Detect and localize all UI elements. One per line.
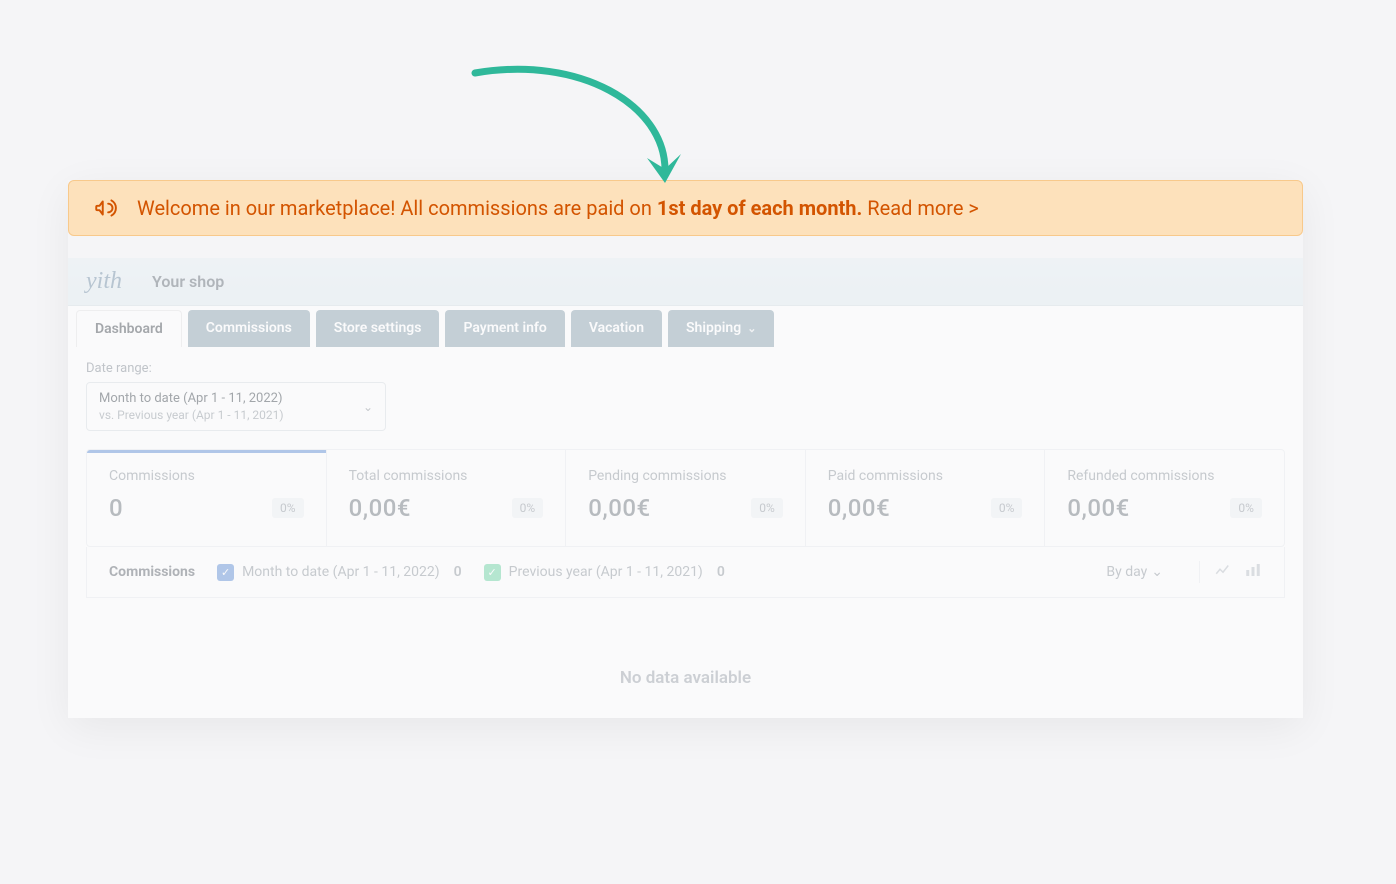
tab-store-settings[interactable]: Store settings [316, 310, 440, 347]
tab-label: Shipping [686, 320, 741, 336]
stat-title: Total commissions [349, 468, 544, 484]
chevron-down-icon: ⌄ [363, 400, 373, 414]
date-range-label: Date range: [86, 361, 1285, 376]
chart-title: Commissions [109, 564, 195, 580]
tab-label: Store settings [334, 320, 422, 336]
stat-value: 0 [109, 494, 123, 522]
stat-badge: 0% [272, 498, 304, 518]
banner-prefix: Welcome in our marketplace! All commissi… [137, 196, 657, 220]
megaphone-icon [93, 195, 119, 221]
legend-label: Previous year (Apr 1 - 11, 2021) [509, 564, 703, 580]
tab-label: Commissions [206, 320, 292, 336]
tab-payment-info[interactable]: Payment info [445, 310, 564, 347]
chart-type-icons [1199, 561, 1262, 583]
legend-label: Month to date (Apr 1 - 11, 2022) [242, 564, 440, 580]
tab-vacation[interactable]: Vacation [571, 310, 662, 347]
nav-tabs: Dashboard Commissions Store settings Pay… [68, 306, 1303, 347]
stat-title: Paid commissions [828, 468, 1023, 484]
banner-bold: 1st day of each month. [657, 196, 862, 220]
tab-dashboard[interactable]: Dashboard [76, 310, 182, 347]
stat-badge: 0% [1230, 498, 1262, 518]
tab-shipping[interactable]: Shipping ⌄ [668, 310, 774, 347]
stat-value: 0,00€ [1067, 494, 1129, 522]
topbar: yith Your shop [68, 258, 1303, 306]
stat-badge: 0% [991, 498, 1023, 518]
stat-commissions[interactable]: Commissions 0 0% [87, 450, 326, 546]
shop-name: Your shop [152, 272, 224, 291]
brand-logo: yith [86, 268, 122, 295]
date-range-select[interactable]: Month to date (Apr 1 - 11, 2022) vs. Pre… [86, 382, 386, 431]
stat-title: Refunded commissions [1067, 468, 1262, 484]
tab-label: Vacation [589, 320, 644, 336]
tab-label: Dashboard [95, 321, 163, 337]
chevron-down-icon: ⌄ [1151, 564, 1163, 580]
stat-title: Pending commissions [588, 468, 783, 484]
stat-pending-commissions[interactable]: Pending commissions 0,00€ 0% [565, 450, 805, 546]
read-more-link[interactable]: Read more > [867, 196, 979, 220]
bar-chart-icon[interactable] [1244, 561, 1262, 583]
checkbox-icon: ✓ [484, 564, 501, 581]
stats-row: Commissions 0 0% Total commissions 0,00€… [86, 449, 1285, 547]
date-range-sub: vs. Previous year (Apr 1 - 11, 2021) [99, 408, 345, 422]
dashboard-panel: yith Your shop Dashboard Commissions Sto… [68, 258, 1303, 718]
banner-text: Welcome in our marketplace! All commissi… [137, 196, 979, 220]
stat-paid-commissions[interactable]: Paid commissions 0,00€ 0% [805, 450, 1045, 546]
legend-previous-year[interactable]: ✓ Previous year (Apr 1 - 11, 2021) 0 [484, 564, 725, 581]
stat-value: 0,00€ [828, 494, 890, 522]
legend-month-to-date[interactable]: ✓ Month to date (Apr 1 - 11, 2022) 0 [217, 564, 462, 581]
stat-value: 0,00€ [349, 494, 411, 522]
stat-badge: 0% [512, 498, 544, 518]
granularity-select[interactable]: By day ⌄ [1106, 564, 1163, 580]
tab-commissions[interactable]: Commissions [188, 310, 310, 347]
stat-value: 0,00€ [588, 494, 650, 522]
page-container: Welcome in our marketplace! All commissi… [68, 180, 1303, 718]
stat-refunded-commissions[interactable]: Refunded commissions 0,00€ 0% [1044, 450, 1284, 546]
chart-toolbar: Commissions ✓ Month to date (Apr 1 - 11,… [86, 547, 1285, 598]
date-range-main: Month to date (Apr 1 - 11, 2022) [99, 391, 345, 406]
content-area: Date range: Month to date (Apr 1 - 11, 2… [68, 347, 1303, 718]
granularity-label: By day [1106, 564, 1147, 580]
legend-count: 0 [454, 564, 462, 580]
stat-title: Commissions [109, 468, 304, 484]
stat-total-commissions[interactable]: Total commissions 0,00€ 0% [326, 450, 566, 546]
chevron-down-icon: ⌄ [747, 322, 756, 335]
no-data-message: No data available [86, 598, 1285, 718]
line-chart-icon[interactable] [1214, 561, 1232, 583]
announcement-banner: Welcome in our marketplace! All commissi… [68, 180, 1303, 236]
stat-badge: 0% [751, 498, 783, 518]
checkbox-icon: ✓ [217, 564, 234, 581]
tab-label: Payment info [463, 320, 546, 336]
legend-count: 0 [717, 564, 725, 580]
